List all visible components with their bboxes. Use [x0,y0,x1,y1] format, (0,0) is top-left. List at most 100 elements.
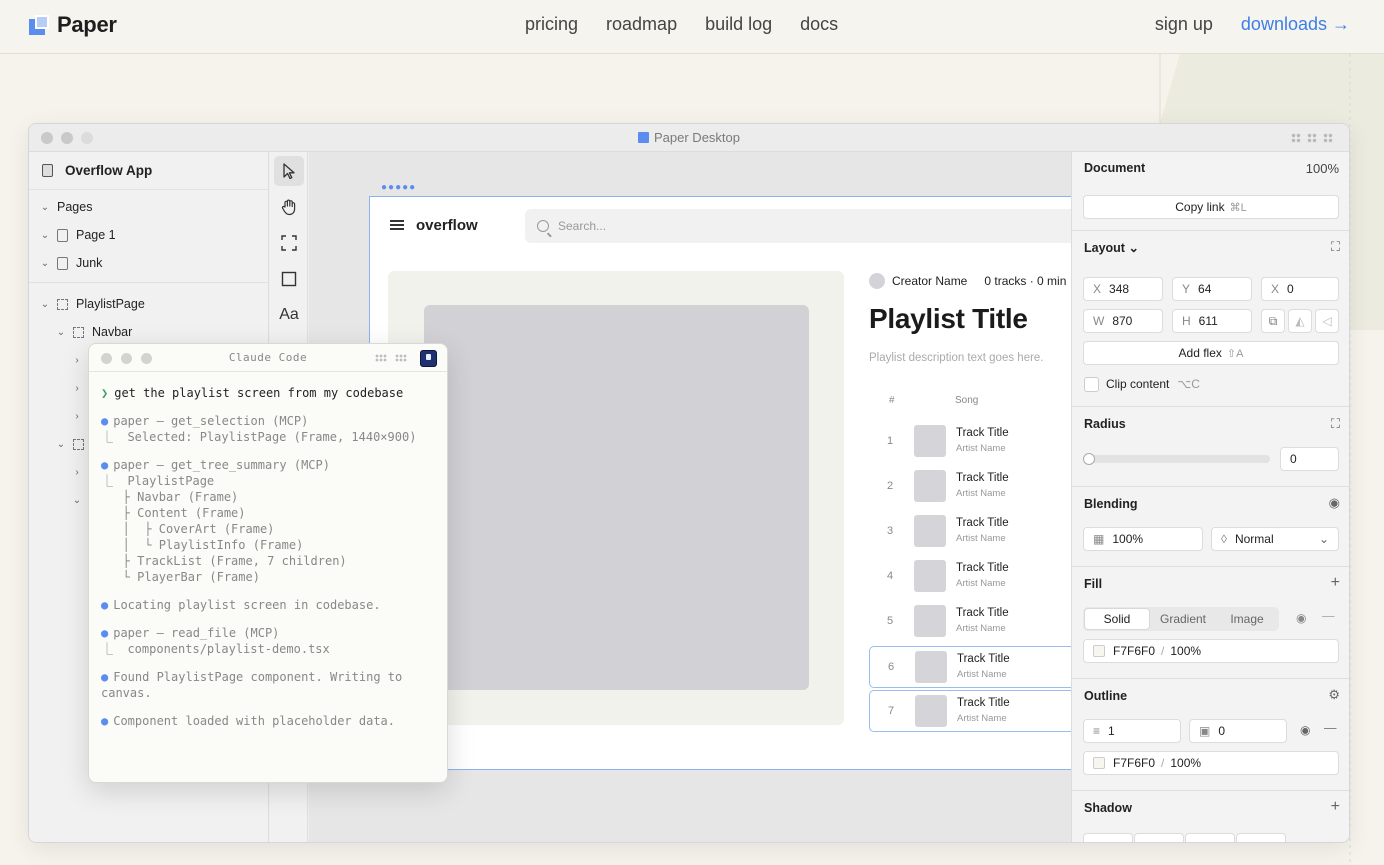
color-swatch[interactable] [1093,757,1105,769]
transcript-text: paper – read_file (MCP) [113,626,280,640]
fill-solid-tab[interactable]: Solid [1084,608,1150,630]
outline-width-field[interactable]: ≡ 1 [1083,719,1181,743]
fill-color-field[interactable]: F7F6F0 / 100% [1083,639,1339,663]
height-field[interactable]: H 611 [1172,309,1252,333]
transcript-line: ├ Navbar (Frame) [101,490,239,504]
track-row[interactable]: 2 Track Title Artist Name [869,466,1071,508]
outline-offset-field[interactable]: ▣ 0 [1189,719,1287,743]
radius-slider-knob[interactable] [1083,453,1095,465]
track-number: 5 [887,615,894,627]
outline-section: Outline ⚙ ≡ 1 ▣ 0 ◉ — F7F6F0/100% [1072,678,1349,790]
nav-link-roadmap[interactable]: roadmap [606,14,677,35]
chevron-down-icon[interactable]: ⌄ [39,258,51,269]
x-field[interactable]: X 348 [1083,277,1163,301]
corner-radius-icon[interactable]: ⛶ [1331,416,1340,432]
chevron-down-icon[interactable]: ⌄ [39,299,51,310]
copy-link-button[interactable]: Copy link ⌘L [1083,195,1339,219]
page-item[interactable]: ⌄ Junk [39,252,103,274]
radius-slider[interactable] [1083,455,1270,463]
creator-name: Creator Name [892,274,968,288]
rotation-field[interactable]: X0 [1261,277,1339,301]
add-fill-icon[interactable]: + [1331,574,1340,592]
sign-up-link[interactable]: sign up [1155,14,1213,35]
flip-vertical-icon[interactable]: ◁ [1315,309,1339,333]
nav-link-build-log[interactable]: build log [705,14,772,35]
track-row[interactable]: 7 Track Title Artist Name [869,690,1071,732]
chevron-down-icon[interactable]: ⌄ [71,495,83,506]
flip-horizontal-icon[interactable]: ◭ [1288,309,1312,333]
shadow-spread-field[interactable] [1236,833,1286,842]
downloads-link[interactable]: downloads → [1241,14,1350,35]
track-row[interactable]: 3 Track Title Artist Name [869,511,1071,553]
eye-icon[interactable]: ◉ [1300,723,1310,737]
bullet-icon: ● [101,670,109,684]
hand-tool-button[interactable] [274,192,304,222]
pages-label: Pages [57,200,93,214]
chevron-right-icon[interactable]: › [71,411,83,422]
artboard-search-field[interactable]: Search... [525,209,1071,243]
y-field[interactable]: Y 64 [1172,277,1252,301]
visibility-eye-icon[interactable]: ◉ [1329,495,1340,511]
chevron-down-icon[interactable]: ⌄ [55,327,67,338]
more-dots-icon[interactable] [1307,133,1317,143]
chevron-right-icon[interactable]: › [71,467,83,478]
shadow-blur-field[interactable] [1185,833,1235,842]
dots-icon[interactable] [395,354,407,362]
chevron-down-icon[interactable]: ⌄ [39,202,51,213]
dots-icon[interactable] [375,354,387,362]
stroke-align-icon: ▣ [1199,724,1211,738]
app-badge-icon[interactable] [420,350,437,367]
expand-icon[interactable]: ⛶ [1331,239,1340,255]
fill-gradient-tab[interactable]: Gradient [1151,607,1215,631]
site-logo[interactable]: Paper [29,12,117,38]
track-row[interactable]: 6 Track Title Artist Name [869,646,1071,688]
playlist-artboard[interactable]: overflow Search... Creator Name 0 tracks… [369,196,1071,770]
shadow-x-field[interactable] [1083,833,1133,842]
constrain-proportions-icon[interactable]: ⧉ [1261,309,1285,333]
rectangle-tool-button[interactable] [274,264,304,294]
outline-settings-icon[interactable]: ⚙ [1328,687,1340,703]
opacity-field[interactable]: ▦ 100% [1083,527,1203,551]
bullet-icon: ● [101,458,109,472]
chevron-down-icon[interactable]: ⌄ [55,439,67,450]
pages-section-header[interactable]: ⌄ Pages [39,196,93,218]
eye-icon[interactable]: ◉ [1296,611,1306,625]
hamburger-menu-icon[interactable] [390,220,404,230]
width-field[interactable]: W 870 [1083,309,1163,333]
remove-icon[interactable]: — [1322,609,1335,623]
layout-label[interactable]: Layout ⌄ [1084,240,1139,255]
remove-icon[interactable]: — [1324,721,1337,735]
shadow-y-field[interactable] [1134,833,1184,842]
artboard-handle-icon[interactable]: ●●●●● [381,182,416,193]
color-swatch[interactable] [1093,645,1105,657]
track-row[interactable]: 5 Track Title Artist Name [869,601,1071,643]
more-dots-icon[interactable] [1323,133,1333,143]
radius-value: 0 [1290,452,1297,466]
outline-color-field[interactable]: F7F6F0 / 100% [1083,751,1339,775]
project-header[interactable]: Overflow App [29,152,268,190]
layer-item[interactable]: ⌄ [55,433,92,455]
track-row[interactable]: 4 Track Title Artist Name [869,556,1071,598]
chevron-right-icon[interactable]: › [71,355,83,366]
nav-link-pricing[interactable]: pricing [525,14,578,35]
layer-item[interactable]: ⌄ PlaylistPage [39,293,145,315]
blend-mode-select[interactable]: ◊ Normal ⌄ [1211,527,1339,551]
track-title: Track Title [957,697,1010,709]
text-tool-button[interactable]: Aa [274,300,304,330]
add-shadow-icon[interactable]: + [1331,798,1340,816]
add-flex-button[interactable]: Add flex ⇧A [1083,341,1339,365]
drag-dots-icon[interactable] [1291,133,1301,143]
radius-field[interactable]: 0 [1280,447,1339,471]
track-row[interactable]: 1 Track Title Artist Name [869,421,1071,463]
select-tool-button[interactable] [274,156,304,186]
clip-content-checkbox[interactable] [1084,377,1099,392]
frame-tool-button[interactable] [274,228,304,258]
clip-content-label: Clip content [1106,377,1170,391]
fill-image-tab[interactable]: Image [1215,607,1279,631]
chevron-right-icon[interactable]: › [71,383,83,394]
nav-link-docs[interactable]: docs [800,14,838,35]
track-artwork [915,651,947,683]
layer-item[interactable]: ⌄ Navbar [55,321,133,343]
page-item[interactable]: ⌄ Page 1 [39,224,116,246]
chevron-down-icon[interactable]: ⌄ [39,230,51,241]
